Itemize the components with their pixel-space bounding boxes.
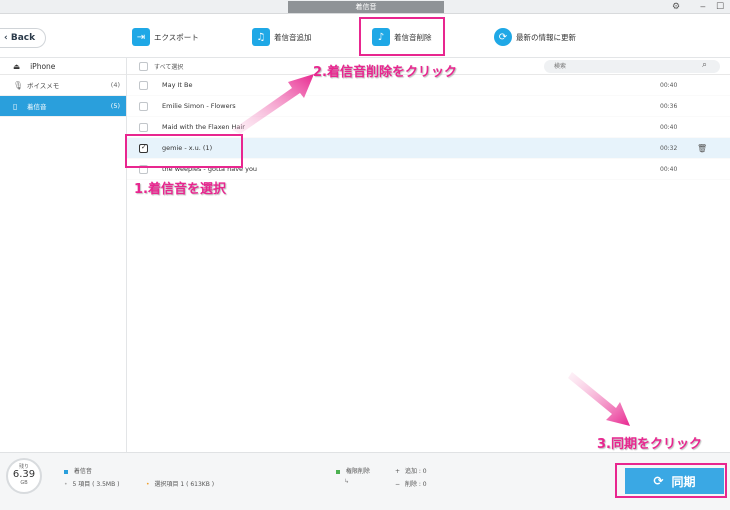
select-all-checkbox[interactable] xyxy=(139,62,148,71)
search-icon[interactable]: ⌕ xyxy=(702,60,707,70)
row-checkbox[interactable] xyxy=(139,81,148,90)
ringtone-icon: ▯ xyxy=(13,101,18,111)
category-info: 着信音 xyxy=(64,466,92,475)
maximize-icon[interactable]: ☐ xyxy=(716,1,724,13)
trash-icon[interactable]: 🗑 xyxy=(697,144,707,153)
row-duration: 00:40 xyxy=(660,123,678,131)
plus-icon: + xyxy=(395,468,401,475)
back-button[interactable]: ‹ Back xyxy=(0,28,46,48)
sidebar-item-ringtone[interactable]: ▯ 着信音 (5) xyxy=(0,96,126,117)
storage-value: 6.39 xyxy=(12,469,36,480)
row-checkbox[interactable] xyxy=(139,123,148,132)
perm-delete-info: 権限削除 xyxy=(336,466,370,475)
row-name: May It Be xyxy=(162,81,193,89)
row-checkbox[interactable] xyxy=(139,102,148,111)
storage-unit: GB xyxy=(20,480,28,486)
select-highlight-box xyxy=(125,134,243,168)
sidebar-item-count: (4) xyxy=(110,81,120,89)
sidebar: ⏏ iPhone 🎙 ボイスメモ (4) ▯ 着信音 (5) xyxy=(0,58,127,452)
perm-delete-label: 権限削除 xyxy=(345,468,370,475)
microphone-icon: 🎙 xyxy=(13,80,24,90)
sidebar-item-count: (5) xyxy=(110,102,120,110)
bullet-icon: • xyxy=(146,481,150,488)
chevron-left-icon: ‹ xyxy=(4,33,8,43)
add-ringtone-button[interactable]: ♫ 着信音追加 xyxy=(252,26,312,48)
row-name: Emilie Simon - Flowers xyxy=(162,102,236,110)
export-button[interactable]: ⇥ エクスポート xyxy=(132,26,199,48)
arrow-step2-icon xyxy=(232,74,314,134)
selected-info: • 選択項目 1 ( 613KB ) xyxy=(146,479,214,488)
bullet-icon: • xyxy=(64,481,68,488)
row-duration: 00:40 xyxy=(660,165,678,173)
items-info-text: 5 項目 ( 3.5MB ) xyxy=(72,481,120,488)
refresh-label: 最新の情報に更新 xyxy=(516,32,576,42)
export-icon: ⇥ xyxy=(132,28,150,46)
refresh-icon: ⟳ xyxy=(494,28,512,46)
select-all-label: すべて選択 xyxy=(154,64,184,71)
device-header[interactable]: ⏏ iPhone xyxy=(0,58,126,75)
add-info: + 追加 : 0 xyxy=(395,466,427,475)
minus-icon: − xyxy=(395,481,401,488)
delete-highlight-box xyxy=(359,17,445,56)
sidebar-item-voice-memo[interactable]: 🎙 ボイスメモ (4) xyxy=(0,75,126,96)
sidebar-item-label: 着信音 xyxy=(27,103,47,111)
return-arrow-icon: ↳ xyxy=(344,478,350,485)
category-dot xyxy=(64,469,68,474)
add-info-text: 追加 : 0 xyxy=(404,468,427,475)
row-duration: 00:36 xyxy=(660,102,678,110)
gear-icon[interactable]: ⚙ xyxy=(672,1,680,13)
sync-highlight-box xyxy=(615,463,727,498)
arrow-step3-icon xyxy=(568,372,630,426)
search-input[interactable] xyxy=(544,60,720,73)
items-info: • 5 項目 ( 3.5MB ) xyxy=(64,479,119,488)
minimize-icon[interactable]: ‒ xyxy=(700,1,706,13)
selected-info-text: 選択項目 1 ( 613KB ) xyxy=(154,481,215,488)
title-bar: 着信音 ⚙ ‒ ☐ xyxy=(0,0,730,14)
category-label: 着信音 xyxy=(73,468,92,475)
refresh-button[interactable]: ⟳ 最新の情報に更新 xyxy=(494,26,576,48)
sidebar-item-label: ボイスメモ xyxy=(27,82,60,90)
window-title: 着信音 xyxy=(288,1,444,13)
add-ringtone-label: 着信音追加 xyxy=(274,32,312,42)
row-duration: 00:32 xyxy=(660,144,678,152)
annotation-step2: 2.着信音削除をクリック xyxy=(313,65,457,80)
annotation-step1: 1.着信音を選択 xyxy=(134,182,226,197)
del-info: − 削除 : 0 xyxy=(395,479,427,488)
annotation-step3: 3.同期をクリック xyxy=(597,437,702,452)
list-item[interactable]: Emilie Simon - Flowers 00:36 xyxy=(127,96,730,117)
del-info-text: 削除 : 0 xyxy=(404,481,427,488)
add-ringtone-icon: ♫ xyxy=(252,28,270,46)
select-all[interactable]: すべて選択 xyxy=(139,62,183,71)
storage-gauge: 残り 6.39 GB xyxy=(6,458,42,494)
back-label: Back xyxy=(10,33,36,43)
export-label: エクスポート xyxy=(154,32,199,42)
device-name: iPhone xyxy=(30,61,56,71)
eject-icon: ⏏ xyxy=(13,61,21,71)
perm-delete-dot xyxy=(336,469,340,474)
row-duration: 00:40 xyxy=(660,81,678,89)
